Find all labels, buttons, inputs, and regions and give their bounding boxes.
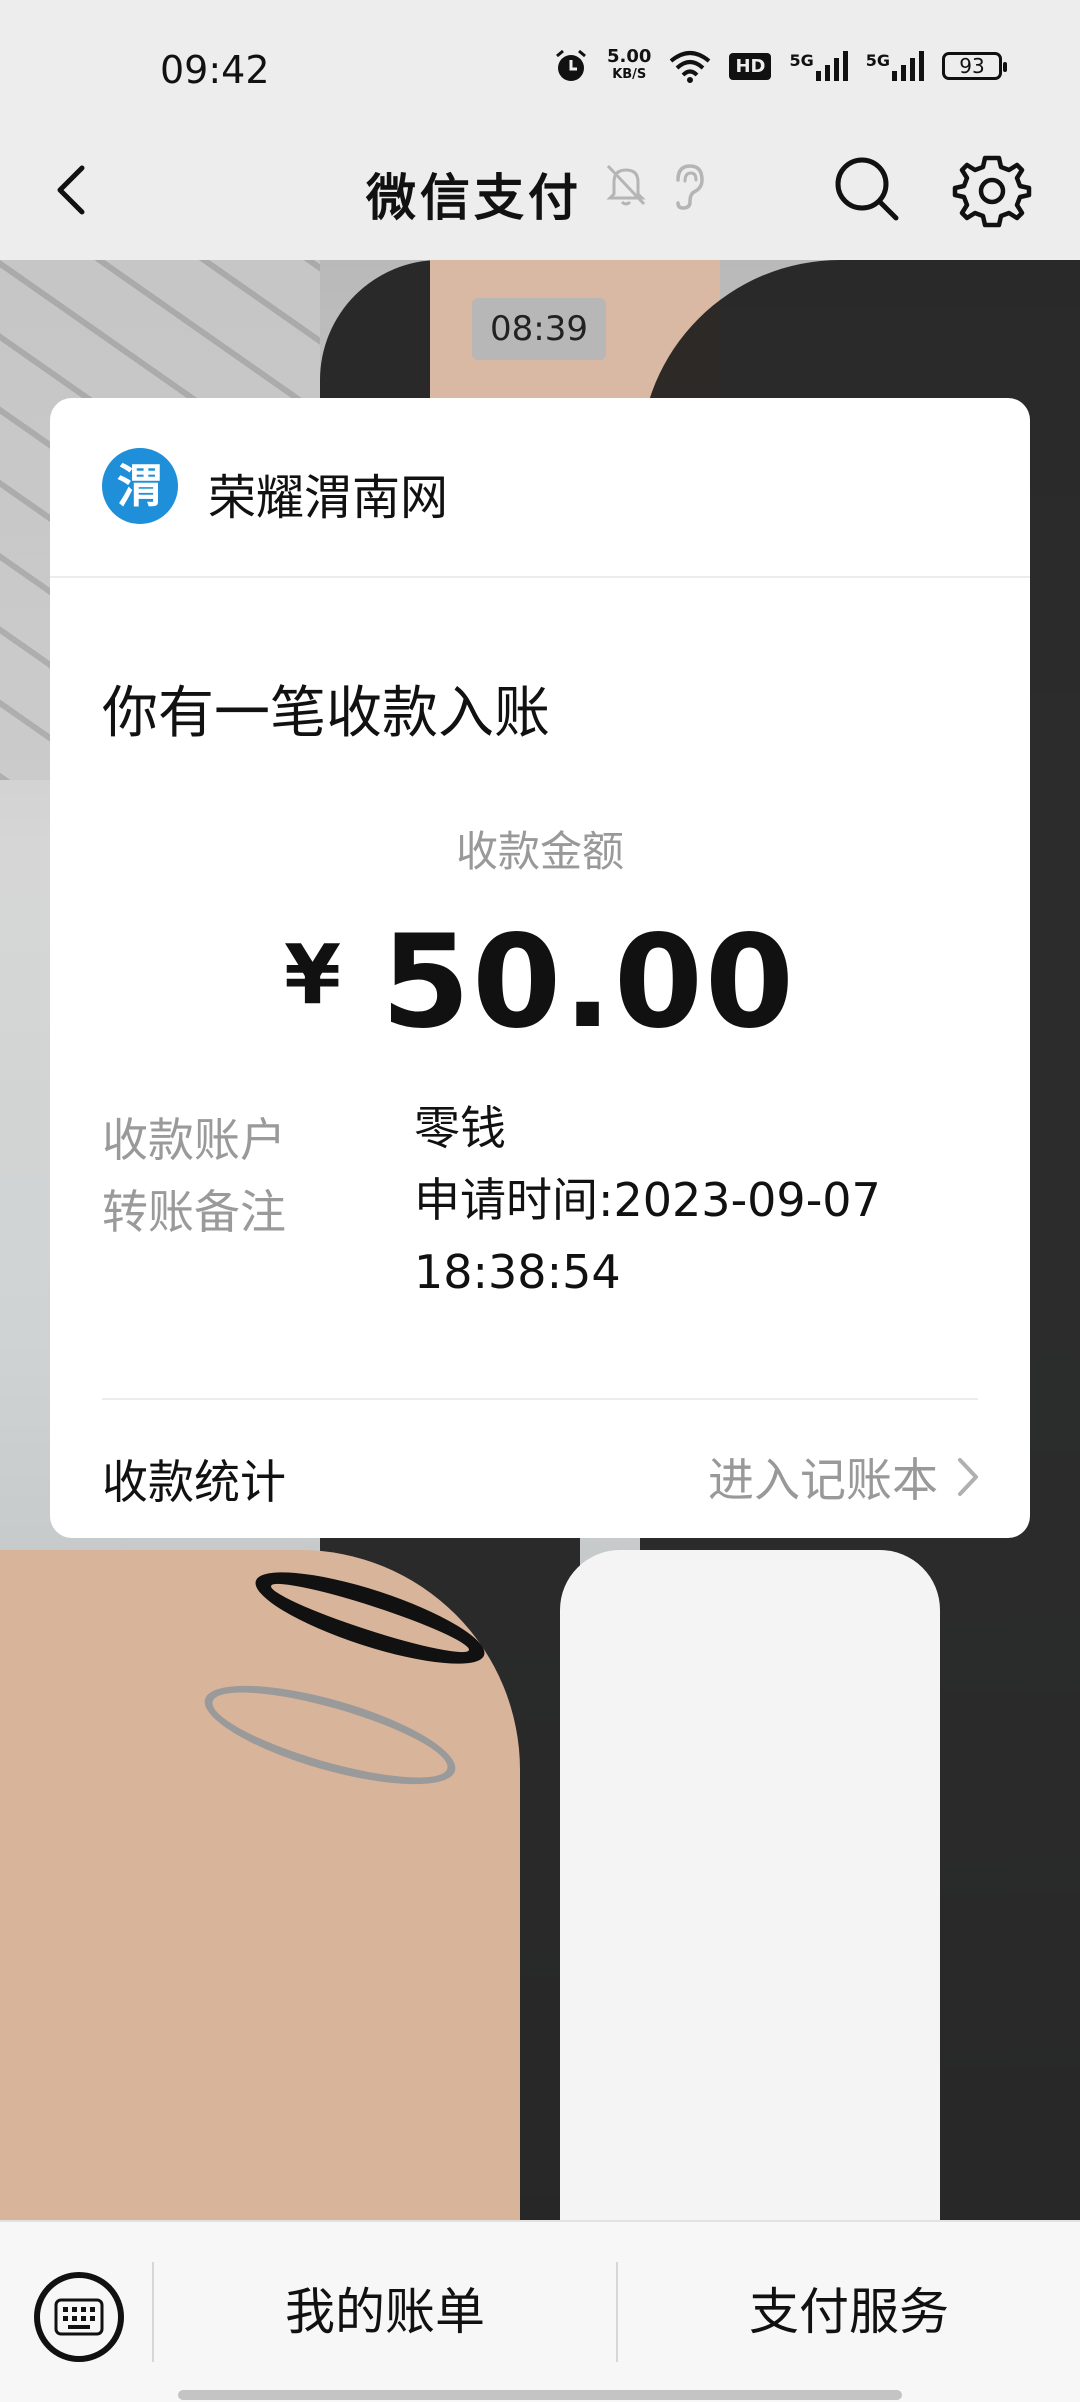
account-label: 收款账户 [102, 1113, 286, 1167]
account-value: 零钱 [414, 1101, 506, 1155]
stats-label: 收款统计 [102, 1455, 286, 1509]
signal-5g-1: 5G [789, 51, 848, 81]
card-header[interactable]: 渭 荣耀渭南网 [50, 398, 1030, 578]
keyboard-toggle-button[interactable] [34, 2272, 124, 2362]
mute-bell-icon [606, 164, 646, 206]
remark-value: 申请时间:2023-09-07 18:38:54 [414, 1173, 881, 1299]
status-time: 09:42 [160, 48, 270, 92]
hd-badge: HD [729, 52, 772, 80]
chat-timestamp: 08:39 [472, 298, 606, 360]
merchant-logo: 渭 [102, 448, 178, 524]
status-icons: 5.00 KB/S HD 5G 5G 93 [553, 46, 1007, 84]
ledger-link-label: 进入记账本 [708, 1453, 938, 1507]
alarm-icon [556, 49, 586, 81]
merchant-name: 荣耀渭南网 [208, 470, 449, 526]
ledger-link[interactable]: 进入记账本 [708, 1444, 980, 1510]
notice-title: 你有一笔收款入账 [102, 681, 550, 746]
gear-icon[interactable] [952, 150, 1032, 230]
page-title: 微信支付 [366, 169, 582, 227]
net-speed: 5.00 KB/S [607, 46, 652, 83]
search-icon[interactable] [828, 150, 908, 230]
payment-notification-card[interactable]: 渭 荣耀渭南网 你有一笔收款入账 收款金额 ¥50.00 收款账户 零钱 转账备… [50, 398, 1030, 1538]
signal-bars-icon [892, 51, 924, 81]
status-bar: 09:42 5.00 KB/S HD 5G 5G 93 [0, 0, 1080, 130]
currency-symbol: ¥ [284, 928, 342, 1023]
chevron-right-icon [958, 1458, 978, 1496]
bottom-menu-bar: 我的账单 支付服务 [0, 2220, 1080, 2402]
payment-services-button[interactable]: 支付服务 [618, 2222, 1080, 2402]
back-arrow-icon[interactable] [36, 152, 112, 228]
amount-label: 收款金额 [455, 827, 624, 876]
my-bills-button[interactable]: 我的账单 [154, 2222, 616, 2402]
nav-bar: 微信支付 [0, 130, 1080, 260]
keyboard-icon [54, 2298, 104, 2336]
card-divider [102, 1398, 978, 1400]
amount-value: 50.00 [381, 908, 796, 1057]
signal-bars-icon [815, 51, 848, 81]
ear-icon [676, 164, 704, 210]
photo-shirt [560, 1550, 940, 2220]
remark-label: 转账备注 [102, 1185, 286, 1239]
home-indicator[interactable] [178, 2390, 902, 2400]
wifi-icon [670, 51, 711, 83]
signal-5g-2: 5G [866, 51, 924, 81]
battery-indicator: 93 [942, 52, 1007, 80]
amount: ¥50.00 [50, 908, 1030, 1057]
